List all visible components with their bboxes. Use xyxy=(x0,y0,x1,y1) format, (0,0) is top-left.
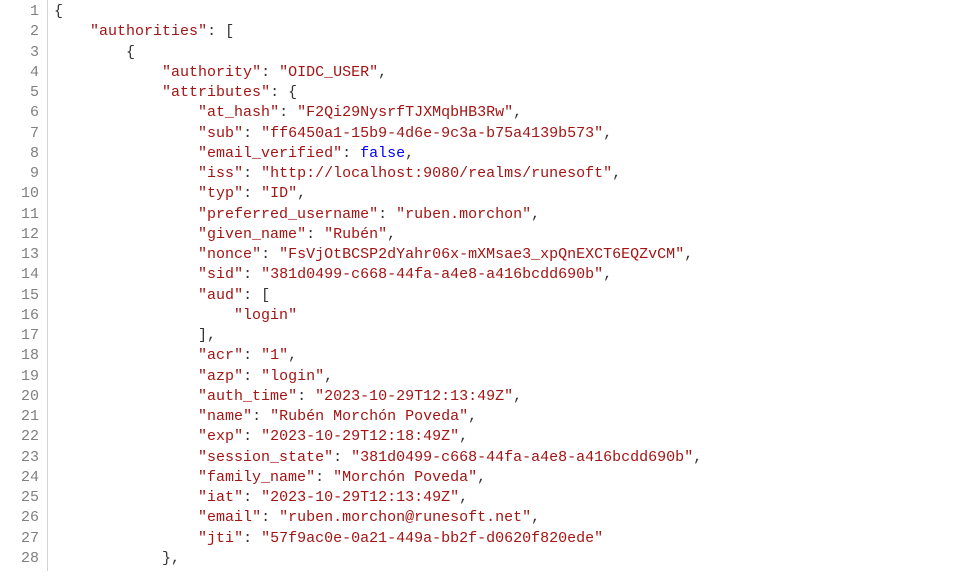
code-line: "preferred_username": "ruben.morchon", xyxy=(54,205,967,225)
line-number: 23 xyxy=(6,448,39,468)
code-line: "iss": "http://localhost:9080/realms/run… xyxy=(54,164,967,184)
line-number: 15 xyxy=(6,286,39,306)
code-line: "family_name": "Morchón Poveda", xyxy=(54,468,967,488)
code-area[interactable]: { "authorities": [ { "authority": "OIDC_… xyxy=(48,0,967,571)
line-number: 5 xyxy=(6,83,39,103)
line-number: 4 xyxy=(6,63,39,83)
code-line: { xyxy=(54,43,967,63)
code-line: "authority": "OIDC_USER", xyxy=(54,63,967,83)
line-number: 18 xyxy=(6,346,39,366)
code-line: "acr": "1", xyxy=(54,346,967,366)
line-number: 21 xyxy=(6,407,39,427)
code-line: "typ": "ID", xyxy=(54,184,967,204)
code-line: { xyxy=(54,2,967,22)
code-line: "sub": "ff6450a1-15b9-4d6e-9c3a-b75a4139… xyxy=(54,124,967,144)
line-number: 14 xyxy=(6,265,39,285)
line-number: 9 xyxy=(6,164,39,184)
line-number: 12 xyxy=(6,225,39,245)
code-line: "jti": "57f9ac0e-0a21-449a-bb2f-d0620f82… xyxy=(54,529,967,549)
line-number: 24 xyxy=(6,468,39,488)
line-number: 6 xyxy=(6,103,39,123)
code-line: "given_name": "Rubén", xyxy=(54,225,967,245)
line-number: 22 xyxy=(6,427,39,447)
line-number: 2 xyxy=(6,22,39,42)
code-line: "attributes": { xyxy=(54,83,967,103)
line-number: 8 xyxy=(6,144,39,164)
code-line: "iat": "2023-10-29T12:13:49Z", xyxy=(54,488,967,508)
code-line: "login" xyxy=(54,306,967,326)
line-number: 13 xyxy=(6,245,39,265)
line-number: 16 xyxy=(6,306,39,326)
line-number: 19 xyxy=(6,367,39,387)
code-line: "authorities": [ xyxy=(54,22,967,42)
line-number-gutter: 1234567891011121314151617181920212223242… xyxy=(0,0,48,571)
line-number: 20 xyxy=(6,387,39,407)
code-line: "exp": "2023-10-29T12:18:49Z", xyxy=(54,427,967,447)
line-number: 7 xyxy=(6,124,39,144)
code-line: "at_hash": "F2Qi29NysrfTJXMqbHB3Rw", xyxy=(54,103,967,123)
line-number: 27 xyxy=(6,529,39,549)
code-line: "email_verified": false, xyxy=(54,144,967,164)
line-number: 17 xyxy=(6,326,39,346)
code-line: "auth_time": "2023-10-29T12:13:49Z", xyxy=(54,387,967,407)
code-line: "session_state": "381d0499-c668-44fa-a4e… xyxy=(54,448,967,468)
code-line: "sid": "381d0499-c668-44fa-a4e8-a416bcdd… xyxy=(54,265,967,285)
code-line: ], xyxy=(54,326,967,346)
line-number: 28 xyxy=(6,549,39,569)
code-line: }, xyxy=(54,549,967,569)
line-number: 25 xyxy=(6,488,39,508)
code-line: "azp": "login", xyxy=(54,367,967,387)
line-number: 11 xyxy=(6,205,39,225)
code-line: "email": "ruben.morchon@runesoft.net", xyxy=(54,508,967,528)
code-line: "name": "Rubén Morchón Poveda", xyxy=(54,407,967,427)
line-number: 26 xyxy=(6,508,39,528)
code-line: "nonce": "FsVjOtBCSP2dYahr06x-mXMsae3_xp… xyxy=(54,245,967,265)
line-number: 1 xyxy=(6,2,39,22)
code-line: "aud": [ xyxy=(54,286,967,306)
line-number: 10 xyxy=(6,184,39,204)
line-number: 3 xyxy=(6,43,39,63)
